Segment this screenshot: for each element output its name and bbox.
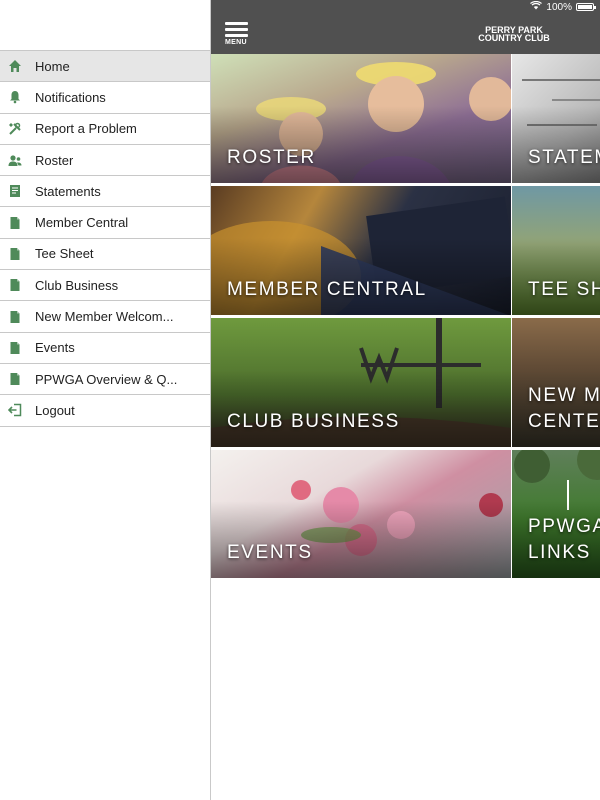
home-icon: [8, 59, 22, 73]
tile-club-business-label: CLUB BUSINESS: [227, 411, 400, 432]
tile-club-business[interactable]: CLUB BUSINESS: [211, 318, 511, 449]
battery-icon: [576, 3, 596, 11]
tools-icon: [8, 122, 22, 136]
sidebar-item-label: Logout: [35, 402, 75, 418]
wifi-icon: [530, 0, 543, 13]
tile-member-central[interactable]: MEMBER CENTRAL: [211, 186, 511, 317]
sidebar-item-label: Tee Sheet: [35, 246, 94, 262]
sidebar-item-report-a-problem[interactable]: Report a Problem: [0, 114, 210, 145]
tile-ppwga-links[interactable]: PPWGA LINKS: [512, 450, 600, 580]
sidebar-item-member-central[interactable]: Member Central: [0, 207, 210, 239]
document-icon: [8, 372, 22, 386]
tile-tee-sheet-label: TEE SH: [528, 279, 600, 300]
tile-new-member-label: NEW ME CENTER: [528, 385, 600, 432]
status-bar: 100%: [211, 0, 600, 14]
bell-icon: [8, 90, 22, 104]
logout-icon: [8, 403, 22, 417]
side-menu-list: Home Notifications Report a Problem Rost…: [0, 50, 210, 427]
hamburger-icon: [225, 22, 248, 25]
battery-percentage: 100%: [546, 1, 572, 13]
sidebar-item-label: Report a Problem: [35, 121, 137, 137]
sidebar-item-logout[interactable]: Logout: [0, 395, 210, 427]
tile-events[interactable]: EVENTS: [211, 450, 511, 580]
tile-new-member-center[interactable]: NEW ME CENTER: [512, 318, 600, 449]
tile-ppwga-label: PPWGA LINKS: [528, 516, 600, 563]
menu-button-label: MENU: [225, 39, 247, 46]
sidebar-item-label: New Member Welcom...: [35, 309, 174, 325]
sidebar-item-ppwga-overview[interactable]: PPWGA Overview & Q...: [0, 364, 210, 396]
sidebar-item-label: Notifications: [35, 89, 106, 105]
tile-statements-label: STATEM: [528, 147, 600, 168]
sidebar-item-new-member-welcome[interactable]: New Member Welcom...: [0, 301, 210, 333]
people-icon: [8, 153, 22, 167]
sidebar-item-roster[interactable]: Roster: [0, 145, 210, 177]
sidebar-item-club-business[interactable]: Club Business: [0, 270, 210, 302]
tile-roster-label: ROSTER: [227, 147, 316, 168]
tile-roster[interactable]: ROSTER: [211, 54, 511, 185]
tile-tee-sheet[interactable]: TEE SH: [512, 186, 600, 317]
statement-icon: [8, 184, 22, 198]
sidebar-item-label: PPWGA Overview & Q...: [35, 371, 178, 387]
sidebar-item-label: Roster: [35, 152, 74, 168]
sidebar-item-label: Home: [35, 58, 70, 74]
sidebar-item-notifications[interactable]: Notifications: [0, 82, 210, 114]
sidebar-item-label: Events: [35, 340, 75, 356]
sidebar-item-events[interactable]: Events: [0, 333, 210, 364]
document-icon: [8, 278, 22, 292]
side-menu: Home Notifications Report a Problem Rost…: [0, 0, 211, 800]
tile-member-central-label: MEMBER CENTRAL: [227, 279, 427, 300]
tile-statements[interactable]: STATEM: [512, 54, 600, 185]
sidebar-item-label: Club Business: [35, 277, 119, 293]
sidebar-item-statements[interactable]: Statements: [0, 176, 210, 208]
sidebar-item-home[interactable]: Home: [0, 51, 210, 83]
sidebar-item-label: Member Central: [35, 215, 129, 231]
tile-events-label: EVENTS: [227, 542, 313, 563]
sidebar-item-label: Statements: [35, 183, 101, 199]
tile-grid: ROSTER STATEM MEMBER CENTRAL TEE SH: [211, 54, 600, 580]
club-name-line2: COUNTRY CLUB: [478, 33, 550, 43]
sidebar-item-tee-sheet[interactable]: Tee Sheet: [0, 239, 210, 271]
document-icon: [8, 216, 22, 230]
document-icon: [8, 247, 22, 261]
menu-button[interactable]: MENU: [225, 22, 251, 48]
document-icon: [8, 310, 22, 324]
club-logo-title: PERRY PARK COUNTRY CLUB: [459, 26, 569, 43]
document-icon: [8, 341, 22, 355]
